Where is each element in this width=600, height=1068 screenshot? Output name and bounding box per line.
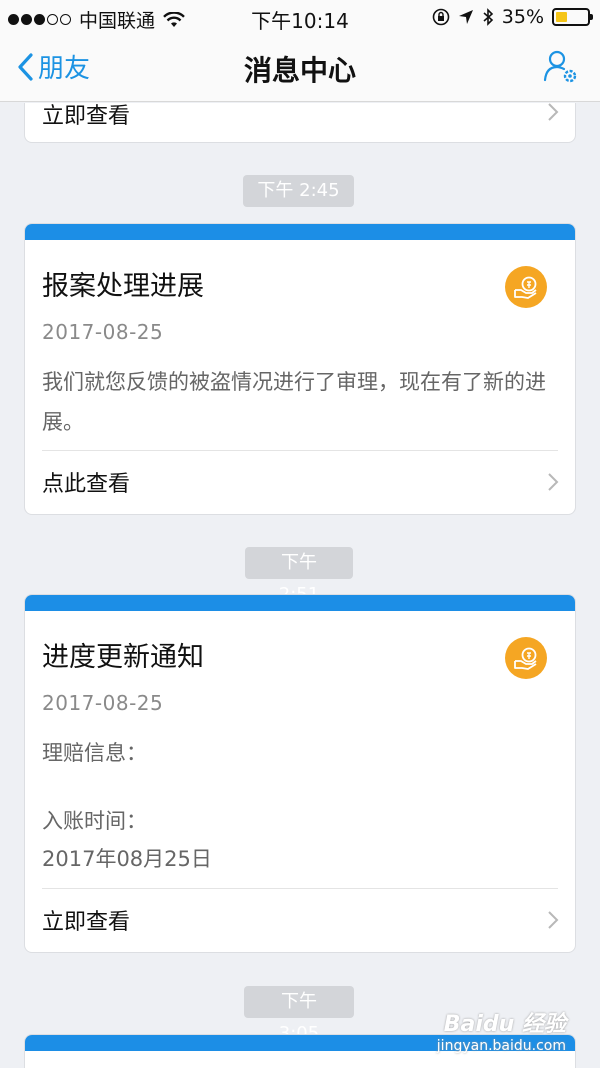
user-settings-button[interactable] — [542, 48, 580, 90]
divider — [42, 450, 558, 451]
battery-icon — [552, 8, 593, 26]
chevron-right-icon — [548, 103, 559, 121]
action-label: 立即查看 — [42, 910, 131, 935]
page-title: 消息中心 — [243, 54, 356, 87]
message-body: 我们就您反馈的被盗情况进行了审理，现在有了新的进展。 — [42, 370, 546, 434]
status-bar: 中国联通 下午10:14 35% — [0, 0, 600, 34]
message-list[interactable]: 立即查看 下午 2:45 报案处理进展 2017-08-25 我们就您反馈的被盗… — [0, 103, 600, 1068]
card-accent-band — [25, 595, 575, 611]
hand-coin-icon — [505, 266, 547, 308]
message-card: 进度更新通知 2017-08-25 理赔信息： 入账时间： 2017年08月25… — [24, 594, 576, 953]
action-label: 点此查看 — [42, 472, 131, 497]
credit-time-label: 入账时间： — [42, 809, 147, 833]
chevron-right-icon — [548, 911, 559, 929]
user-settings-icon — [543, 50, 577, 83]
hand-coin-icon — [505, 637, 547, 679]
divider — [42, 888, 558, 889]
message-card: 立即查看 — [24, 103, 576, 143]
message-date: 2017-08-25 — [42, 691, 164, 715]
credit-time-value: 2017年08月25日 — [42, 847, 212, 871]
watermark: Baidu 经验 jingyan.baidu.com — [437, 1006, 566, 1054]
status-right: 35% — [432, 6, 593, 28]
message-title: 进度更新通知 — [42, 642, 204, 673]
orientation-lock-icon — [432, 8, 450, 26]
message-date: 2017-08-25 — [42, 320, 164, 344]
chevron-right-icon — [548, 473, 559, 491]
view-now-button[interactable]: 立即查看 — [25, 890, 575, 950]
timestamp-pill: 下午 3:05 — [244, 986, 354, 1044]
watermark-logo: Baidu 经验 — [443, 1012, 566, 1037]
bluetooth-icon — [483, 8, 493, 26]
card-accent-band — [25, 224, 575, 240]
location-icon — [458, 10, 473, 24]
nav-bar: 朋友 消息中心 — [0, 34, 600, 102]
message-card: 报案处理进展 2017-08-25 我们就您反馈的被盗情况进行了审理，现在有了新… — [24, 223, 576, 515]
timestamp-pill: 下午 2:51 — [245, 547, 353, 605]
claim-info-label: 理赔信息： — [42, 741, 147, 765]
action-label: 立即查看 — [42, 104, 131, 129]
timestamp-pill: 下午 2:45 — [243, 175, 354, 207]
view-details-button[interactable]: 点此查看 — [25, 452, 575, 512]
message-title: 报案处理进展 — [42, 271, 204, 302]
battery-percent: 35% — [501, 6, 544, 28]
watermark-url: jingyan.baidu.com — [436, 1038, 566, 1054]
view-now-button[interactable]: 立即查看 — [25, 103, 575, 142]
battery-level — [556, 12, 567, 22]
